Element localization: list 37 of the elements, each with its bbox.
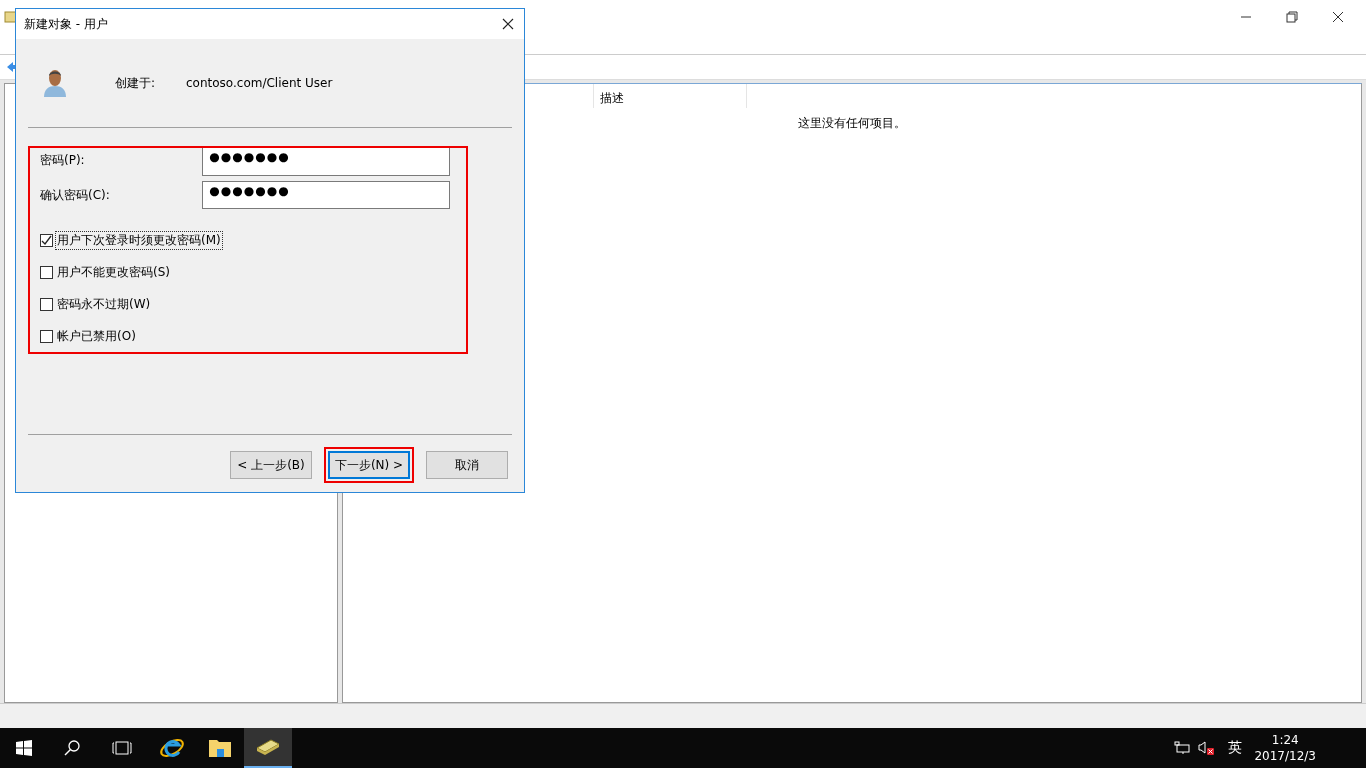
password-field[interactable]: ●●●●●●● (202, 181, 450, 209)
restore-icon[interactable] (1286, 11, 1298, 23)
column-header[interactable]: 描述 (594, 84, 747, 108)
checkbox[interactable] (40, 234, 53, 247)
dialog-title: 新建对象 - 用户 (24, 15, 108, 33)
dialog-button[interactable]: < 上一步(B) (230, 451, 312, 479)
close-icon[interactable] (502, 18, 514, 30)
search-icon[interactable] (64, 740, 80, 756)
close-icon[interactable] (1332, 11, 1344, 23)
directory-book-icon (255, 738, 281, 756)
password-field[interactable]: ●●●●●●● (202, 148, 450, 176)
checkbox[interactable] (40, 330, 53, 343)
checkbox-label[interactable]: 帐户已禁用(O) (55, 327, 138, 346)
clock-time: 1:24 (1271, 732, 1299, 748)
input-language[interactable]: 英 (1228, 739, 1243, 757)
task-view-icon[interactable] (112, 741, 132, 755)
checkbox[interactable] (40, 298, 53, 311)
network-icon[interactable] (1174, 741, 1191, 755)
dialog-button[interactable]: 取消 (426, 451, 508, 479)
created-in-label: 创建于: (115, 74, 157, 92)
checkbox[interactable] (40, 266, 53, 279)
dialog-button[interactable]: 下一步(N) > (328, 451, 410, 479)
start-icon[interactable] (16, 740, 32, 756)
console-icon (4, 10, 18, 24)
field-label: 密码(P): (40, 152, 86, 169)
taskbar-app[interactable] (244, 728, 292, 768)
checkbox-label[interactable]: 用户不能更改密码(S) (55, 263, 172, 282)
clock-date: 2017/12/3 (1254, 748, 1316, 764)
field-label: 确认密码(C): (40, 186, 111, 204)
checkbox-label[interactable]: 用户下次登录时须更改密码(M) (55, 231, 223, 250)
empty-message: 这里没有任何项目。 (797, 115, 907, 132)
user-icon (42, 67, 68, 99)
clock[interactable]: 1:24 2017/12/3 (1254, 732, 1316, 764)
checkbox-label[interactable]: 密码永不过期(W) (55, 295, 153, 314)
folder-icon (208, 738, 232, 758)
created-in-value: contoso.com/Client User (186, 76, 333, 90)
muted-speaker-icon[interactable] (1198, 741, 1215, 755)
